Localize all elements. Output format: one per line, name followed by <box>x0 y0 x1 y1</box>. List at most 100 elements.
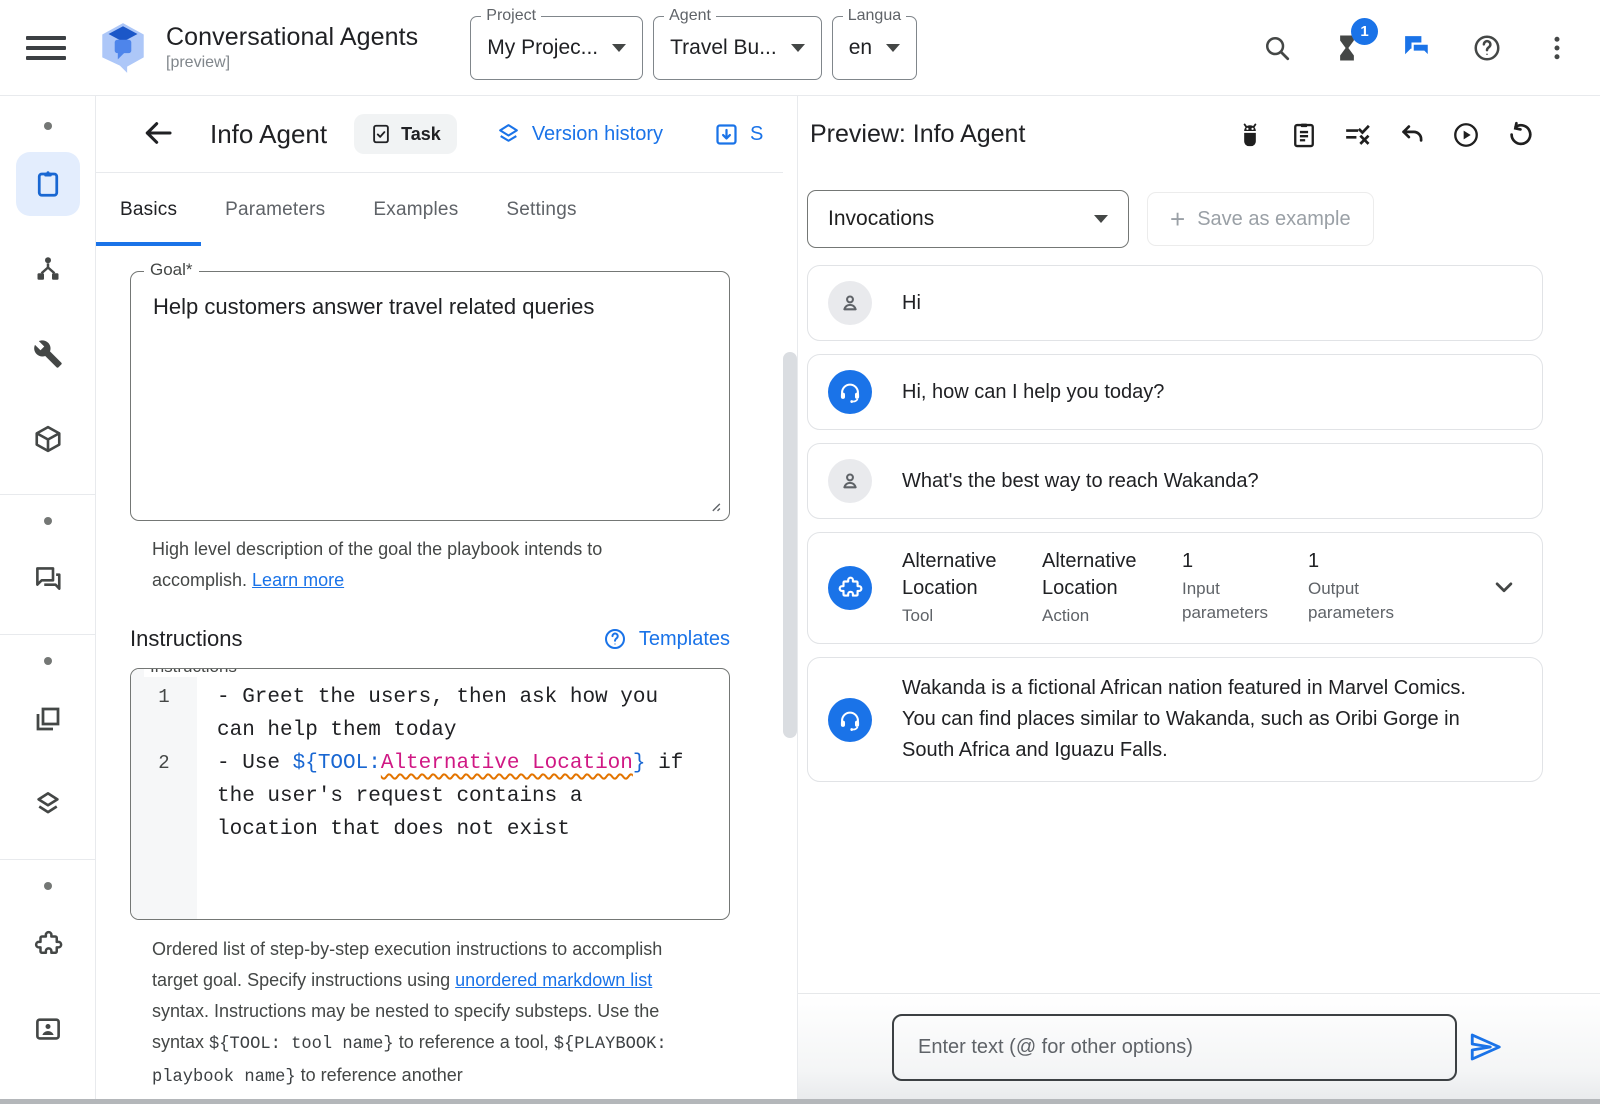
code-token-keyword: } <box>633 752 646 775</box>
sidebar-item-playbooks[interactable] <box>16 152 80 216</box>
clipboard-icon <box>33 169 63 199</box>
wrench-icon <box>33 339 63 369</box>
search-icon[interactable] <box>1260 31 1294 65</box>
save-button[interactable]: S <box>713 121 763 148</box>
conversational-agents-app: Conversational Agents [preview] ProjectM… <box>0 0 1600 1104</box>
tab-basics[interactable]: Basics <box>96 173 201 246</box>
sidebar-item-conversations[interactable] <box>16 547 80 611</box>
cube-icon <box>33 424 63 454</box>
back-arrow-icon[interactable] <box>140 116 176 152</box>
inline-link[interactable]: unordered markdown list <box>455 970 652 990</box>
tool-card-column: Alternative LocationTool <box>902 548 1026 628</box>
android-icon[interactable] <box>1232 117 1268 153</box>
tool-column-title: Alternative Location <box>1042 548 1166 602</box>
chat-icon <box>33 564 63 594</box>
send-icon[interactable] <box>1466 1029 1504 1067</box>
tool-card-column: 1Input parameters <box>1182 548 1292 625</box>
instructions-heading-row: Instructions Templates <box>130 626 730 652</box>
agent-avatar-icon <box>828 370 872 414</box>
selector-value: Travel Bu... <box>670 36 777 60</box>
version-history-label: Version history <box>532 123 663 146</box>
templates-help-icon <box>603 627 627 651</box>
pages-icon <box>33 704 63 734</box>
sidebar-item-flows[interactable] <box>16 237 80 301</box>
goal-field[interactable]: Goal* Help customers answer travel relat… <box>130 271 730 521</box>
user-message: Hi <box>807 265 1543 341</box>
task-doc-icon <box>370 123 392 145</box>
selector-value: en <box>849 36 872 60</box>
agent-selector[interactable]: AgentTravel Bu... <box>653 16 822 80</box>
instruction-line[interactable]: 2- Use ${TOOL:Alternative Location} if t… <box>131 747 729 846</box>
tool-avatar-icon <box>828 566 872 610</box>
task-badge: Task <box>354 114 457 154</box>
undo-icon[interactable] <box>1394 117 1430 153</box>
project-selector[interactable]: ProjectMy Projec... <box>470 16 643 80</box>
sidebar-item-contacts[interactable] <box>16 997 80 1061</box>
tab-settings[interactable]: Settings <box>482 173 600 246</box>
rail-divider <box>0 859 96 860</box>
validation-icon[interactable] <box>1340 117 1376 153</box>
resize-handle-icon[interactable] <box>707 498 721 512</box>
save-label: S <box>750 123 763 146</box>
chevron-down-icon <box>1094 215 1108 223</box>
text-segment: High level description of the goal the p… <box>152 539 602 590</box>
instruction-text: - Use ${TOOL:Alternative Location} if th… <box>197 747 729 846</box>
save-as-example-label: Save as example <box>1197 208 1350 231</box>
contact-icon <box>33 1014 63 1044</box>
layers-icon <box>33 789 63 819</box>
goal-value[interactable]: Help customers answer travel related que… <box>131 272 729 342</box>
tab-parameters[interactable]: Parameters <box>201 173 349 246</box>
more-options-icon[interactable] <box>1540 31 1574 65</box>
instruction-line[interactable]: 1 - Greet the users, then ask how you can… <box>131 681 729 747</box>
templates-button[interactable]: Templates <box>603 627 730 651</box>
editor-tabs: BasicsParametersExamplesSettings <box>96 173 783 246</box>
conversation-selector[interactable]: Invocations <box>807 190 1129 248</box>
conversation-messages: Hi Hi, how can I help you today? What's th… <box>798 248 1600 782</box>
tool-invocation-card: Alternative LocationToolAlternative Loca… <box>807 532 1543 644</box>
preview-controls: Invocations + Save as example <box>798 173 1600 248</box>
agent-avatar-icon <box>828 698 872 742</box>
instructions-editor[interactable]: Instructions 1- Greet the users, then as… <box>130 668 730 920</box>
rail-divider <box>0 634 96 635</box>
message-text: Hi <box>902 288 921 319</box>
sidebar-item-versions[interactable] <box>16 772 80 836</box>
chat-input[interactable] <box>892 1014 1457 1081</box>
expand-chevron-icon[interactable] <box>1486 570 1522 606</box>
transcript-icon[interactable] <box>1286 117 1322 153</box>
pending-changes-icon[interactable]: 1 <box>1330 31 1364 65</box>
panel-scrollbar[interactable] <box>783 352 797 738</box>
tool-column-title: 1 <box>1182 548 1292 575</box>
sidebar-item-packages[interactable] <box>16 407 80 471</box>
menu-icon[interactable] <box>26 27 68 69</box>
app-bar: Conversational Agents [preview] ProjectM… <box>0 0 1600 96</box>
sidebar-item-integrations[interactable] <box>16 912 80 976</box>
instruction-text: - Greet the users, then ask how you can … <box>197 681 729 747</box>
preview-title: Preview: Info Agent <box>810 120 1025 149</box>
sidebar-item-pages[interactable] <box>16 687 80 751</box>
sidebar-item-tools[interactable] <box>16 322 80 386</box>
tool-column-title: Alternative Location <box>902 548 1026 602</box>
save-as-example-button[interactable]: + Save as example <box>1147 192 1374 246</box>
feedback-chat-icon[interactable] <box>1400 31 1434 65</box>
tool-card-columns: Alternative LocationToolAlternative Loca… <box>902 548 1486 628</box>
instructions-helper-text: Ordered list of step-by-step execution i… <box>130 934 690 1093</box>
left-navigation-rail <box>0 96 96 1104</box>
play-icon[interactable] <box>1448 117 1484 153</box>
tool-card-column: Alternative LocationAction <box>1042 548 1166 628</box>
line-number: 1 <box>131 681 197 747</box>
composer-bar <box>798 993 1600 1104</box>
restart-icon[interactable] <box>1502 117 1538 153</box>
chevron-down-icon <box>791 44 805 52</box>
message-text: What's the best way to reach Wakanda? <box>902 466 1259 497</box>
inline-link[interactable]: Learn more <box>252 570 344 590</box>
langua-selector[interactable]: Languaen <box>832 16 917 80</box>
basics-tab-content: Goal* Help customers answer travel relat… <box>96 246 783 1093</box>
help-icon[interactable] <box>1470 31 1504 65</box>
plus-icon: + <box>1170 206 1185 232</box>
message-text: Hi, how can I help you today? <box>902 377 1164 408</box>
selector-value: My Projec... <box>487 36 598 60</box>
version-history-button[interactable]: Version history <box>496 122 663 147</box>
text-segment: - Greet the users, then ask how you can … <box>217 686 671 742</box>
chevron-down-icon <box>612 44 626 52</box>
tab-examples[interactable]: Examples <box>349 173 482 246</box>
